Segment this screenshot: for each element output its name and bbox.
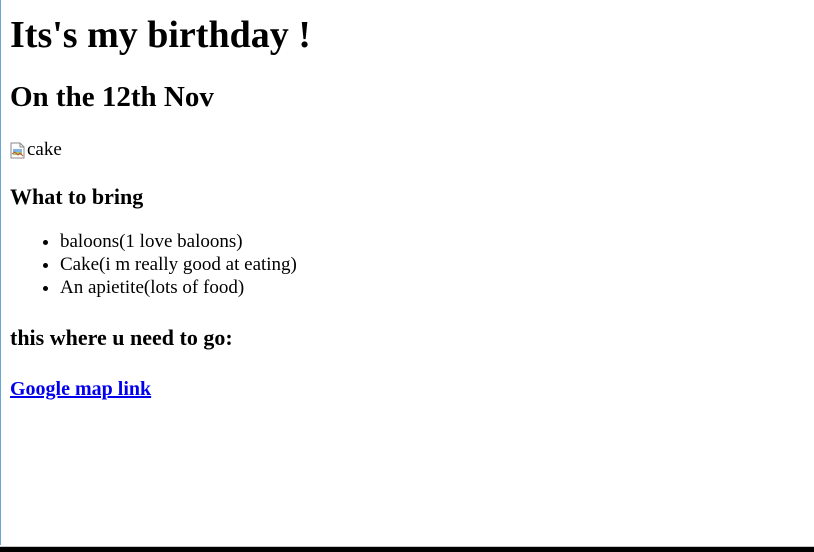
map-link-container: Google map link	[10, 377, 804, 401]
broken-image-icon	[10, 142, 25, 159]
list-item: Cake(i m really good at eating)	[60, 253, 804, 276]
page-content: Its's my birthday ! On the 12th Nov cake…	[10, 0, 804, 401]
window-bottom-bar	[0, 546, 814, 552]
directions-heading: this where u need to go:	[10, 325, 233, 350]
window-left-edge	[0, 0, 1, 545]
page-subtitle: On the 12th Nov	[10, 81, 214, 113]
page-title: Its's my birthday !	[10, 14, 311, 56]
bring-list: baloons(1 love baloons) Cake(i m really …	[10, 230, 804, 299]
list-item: An apietite(lots of food)	[60, 276, 804, 299]
what-to-bring-heading: What to bring	[10, 184, 144, 209]
list-item: baloons(1 love baloons)	[60, 230, 804, 253]
google-map-link[interactable]: Google map link	[10, 378, 151, 400]
cake-image-alt-text: cake	[27, 139, 62, 160]
cake-image: cake	[10, 139, 804, 161]
